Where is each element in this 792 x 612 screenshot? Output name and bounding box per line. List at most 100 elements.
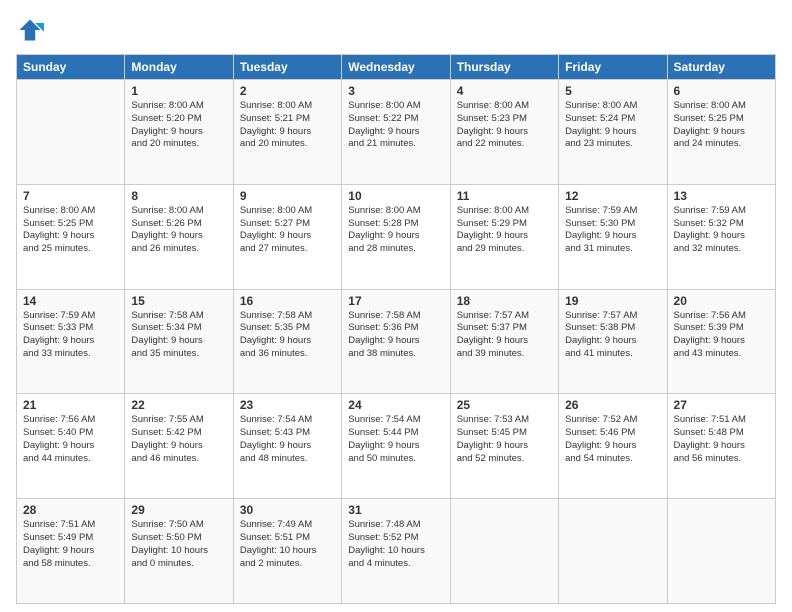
cell-content: Sunrise: 7:56 AMSunset: 5:40 PMDaylight:… (23, 414, 118, 465)
day-number: 24 (348, 398, 443, 412)
day-number: 2 (240, 84, 335, 98)
day-number: 29 (131, 503, 226, 517)
week-row-3: 14 Sunrise: 7:59 AMSunset: 5:33 PMDayligh… (17, 289, 776, 394)
day-number: 5 (565, 84, 660, 98)
day-number: 19 (565, 294, 660, 308)
day-number: 20 (674, 294, 769, 308)
cell-content: Sunrise: 7:59 AMSunset: 5:33 PMDaylight:… (23, 310, 118, 361)
cell-content: Sunrise: 7:50 AMSunset: 5:50 PMDaylight:… (131, 519, 226, 570)
calendar-cell: 13Sunrise: 7:59 AMSunset: 5:32 PMDayligh… (667, 184, 775, 289)
day-number: 16 (240, 294, 335, 308)
calendar-cell: 24 Sunrise: 7:54 AMSunset: 5:44 PMDayligh… (342, 394, 450, 499)
day-number: 7 (23, 189, 118, 203)
day-number: 28 (23, 503, 118, 517)
day-number: 27 (674, 398, 769, 412)
day-number: 23 (240, 398, 335, 412)
cell-content: Sunrise: 8:00 AMSunset: 5:24 PMDaylight:… (565, 100, 660, 151)
cell-content: Sunrise: 7:49 AMSunset: 5:51 PMDaylight:… (240, 519, 335, 570)
cell-content: Sunrise: 8:00 AMSunset: 5:29 PMDaylight:… (457, 205, 552, 256)
day-number: 17 (348, 294, 443, 308)
cell-content: Sunrise: 7:58 AMSunset: 5:36 PMDaylight:… (348, 310, 443, 361)
calendar-cell: 30 Sunrise: 7:49 AMSunset: 5:51 PMDayligh… (233, 499, 341, 604)
week-row-1: 1Sunrise: 8:00 AMSunset: 5:20 PMDaylight… (17, 80, 776, 185)
day-number: 25 (457, 398, 552, 412)
page: SundayMondayTuesdayWednesdayThursdayFrid… (0, 0, 792, 612)
calendar-cell: 6 Sunrise: 8:00 AMSunset: 5:25 PMDaylight… (667, 80, 775, 185)
calendar-cell: 10 Sunrise: 8:00 AMSunset: 5:28 PMDayligh… (342, 184, 450, 289)
calendar-cell: 7 Sunrise: 8:00 AMSunset: 5:25 PMDaylight… (17, 184, 125, 289)
calendar-cell: 29 Sunrise: 7:50 AMSunset: 5:50 PMDayligh… (125, 499, 233, 604)
cell-content: Sunrise: 7:51 AMSunset: 5:48 PMDaylight:… (674, 414, 769, 465)
day-number: 12 (565, 189, 660, 203)
header-cell-saturday: Saturday (667, 55, 775, 80)
calendar-cell: 27 Sunrise: 7:51 AMSunset: 5:48 PMDayligh… (667, 394, 775, 499)
day-number: 22 (131, 398, 226, 412)
week-row-2: 7 Sunrise: 8:00 AMSunset: 5:25 PMDaylight… (17, 184, 776, 289)
calendar-cell: 2 Sunrise: 8:00 AMSunset: 5:21 PMDaylight… (233, 80, 341, 185)
header-cell-wednesday: Wednesday (342, 55, 450, 80)
day-number: 6 (674, 84, 769, 98)
day-number: 1 (131, 84, 226, 98)
calendar-cell: 26 Sunrise: 7:52 AMSunset: 5:46 PMDayligh… (559, 394, 667, 499)
day-number: 14 (23, 294, 118, 308)
cell-content: Sunrise: 7:53 AMSunset: 5:45 PMDaylight:… (457, 414, 552, 465)
calendar-cell: 19 Sunrise: 7:57 AMSunset: 5:38 PMDayligh… (559, 289, 667, 394)
calendar-cell: 3 Sunrise: 8:00 AMSunset: 5:22 PMDaylight… (342, 80, 450, 185)
cell-content: Sunrise: 8:00 AMSunset: 5:23 PMDaylight:… (457, 100, 552, 151)
cell-content: Sunrise: 7:54 AMSunset: 5:44 PMDaylight:… (348, 414, 443, 465)
day-number: 10 (348, 189, 443, 203)
calendar-cell: 5 Sunrise: 8:00 AMSunset: 5:24 PMDaylight… (559, 80, 667, 185)
cell-content: Sunrise: 7:48 AMSunset: 5:52 PMDaylight:… (348, 519, 443, 570)
calendar-cell: 11Sunrise: 8:00 AMSunset: 5:29 PMDayligh… (450, 184, 558, 289)
calendar-cell: 4 Sunrise: 8:00 AMSunset: 5:23 PMDaylight… (450, 80, 558, 185)
day-number: 4 (457, 84, 552, 98)
cell-content: Sunrise: 7:59 AMSunset: 5:30 PMDaylight:… (565, 205, 660, 256)
calendar-cell: 28Sunrise: 7:51 AMSunset: 5:49 PMDayligh… (17, 499, 125, 604)
cell-content: Sunrise: 7:56 AMSunset: 5:39 PMDaylight:… (674, 310, 769, 361)
calendar-cell: 22Sunrise: 7:55 AMSunset: 5:42 PMDayligh… (125, 394, 233, 499)
day-number: 8 (131, 189, 226, 203)
calendar-cell: 8 Sunrise: 8:00 AMSunset: 5:26 PMDaylight… (125, 184, 233, 289)
cell-content: Sunrise: 8:00 AMSunset: 5:25 PMDaylight:… (23, 205, 118, 256)
day-number: 26 (565, 398, 660, 412)
day-number: 18 (457, 294, 552, 308)
calendar-cell: 25 Sunrise: 7:53 AMSunset: 5:45 PMDayligh… (450, 394, 558, 499)
cell-content: Sunrise: 8:00 AMSunset: 5:28 PMDaylight:… (348, 205, 443, 256)
calendar-cell: 9 Sunrise: 8:00 AMSunset: 5:27 PMDaylight… (233, 184, 341, 289)
calendar-cell: 31 Sunrise: 7:48 AMSunset: 5:52 PMDayligh… (342, 499, 450, 604)
day-number: 15 (131, 294, 226, 308)
logo (16, 16, 48, 44)
week-row-4: 21Sunrise: 7:56 AMSunset: 5:40 PMDayligh… (17, 394, 776, 499)
calendar-table: SundayMondayTuesdayWednesdayThursdayFrid… (16, 54, 776, 604)
header-row: SundayMondayTuesdayWednesdayThursdayFrid… (17, 55, 776, 80)
calendar-cell: 21Sunrise: 7:56 AMSunset: 5:40 PMDayligh… (17, 394, 125, 499)
calendar-cell (17, 80, 125, 185)
calendar-cell (450, 499, 558, 604)
day-number: 9 (240, 189, 335, 203)
cell-content: Sunrise: 8:00 AMSunset: 5:22 PMDaylight:… (348, 100, 443, 151)
cell-content: Sunrise: 8:00 AMSunset: 5:26 PMDaylight:… (131, 205, 226, 256)
calendar-cell (667, 499, 775, 604)
header-cell-sunday: Sunday (17, 55, 125, 80)
cell-content: Sunrise: 7:52 AMSunset: 5:46 PMDaylight:… (565, 414, 660, 465)
cell-content: Sunrise: 8:00 AMSunset: 5:27 PMDaylight:… (240, 205, 335, 256)
week-row-5: 28Sunrise: 7:51 AMSunset: 5:49 PMDayligh… (17, 499, 776, 604)
cell-content: Sunrise: 8:00 AMSunset: 5:21 PMDaylight:… (240, 100, 335, 151)
day-number: 13 (674, 189, 769, 203)
cell-content: Sunrise: 7:57 AMSunset: 5:38 PMDaylight:… (565, 310, 660, 361)
logo-icon (16, 16, 44, 44)
cell-content: Sunrise: 7:54 AMSunset: 5:43 PMDaylight:… (240, 414, 335, 465)
day-number: 3 (348, 84, 443, 98)
calendar-cell: 14 Sunrise: 7:59 AMSunset: 5:33 PMDayligh… (17, 289, 125, 394)
calendar-cell: 12 Sunrise: 7:59 AMSunset: 5:30 PMDayligh… (559, 184, 667, 289)
day-number: 31 (348, 503, 443, 517)
header-cell-thursday: Thursday (450, 55, 558, 80)
cell-content: Sunrise: 8:00 AMSunset: 5:25 PMDaylight:… (674, 100, 769, 151)
calendar-cell (559, 499, 667, 604)
calendar-cell: 1Sunrise: 8:00 AMSunset: 5:20 PMDaylight… (125, 80, 233, 185)
calendar-cell: 23 Sunrise: 7:54 AMSunset: 5:43 PMDayligh… (233, 394, 341, 499)
calendar-cell: 18Sunrise: 7:57 AMSunset: 5:37 PMDayligh… (450, 289, 558, 394)
day-number: 30 (240, 503, 335, 517)
header-cell-friday: Friday (559, 55, 667, 80)
calendar-cell: 17 Sunrise: 7:58 AMSunset: 5:36 PMDayligh… (342, 289, 450, 394)
